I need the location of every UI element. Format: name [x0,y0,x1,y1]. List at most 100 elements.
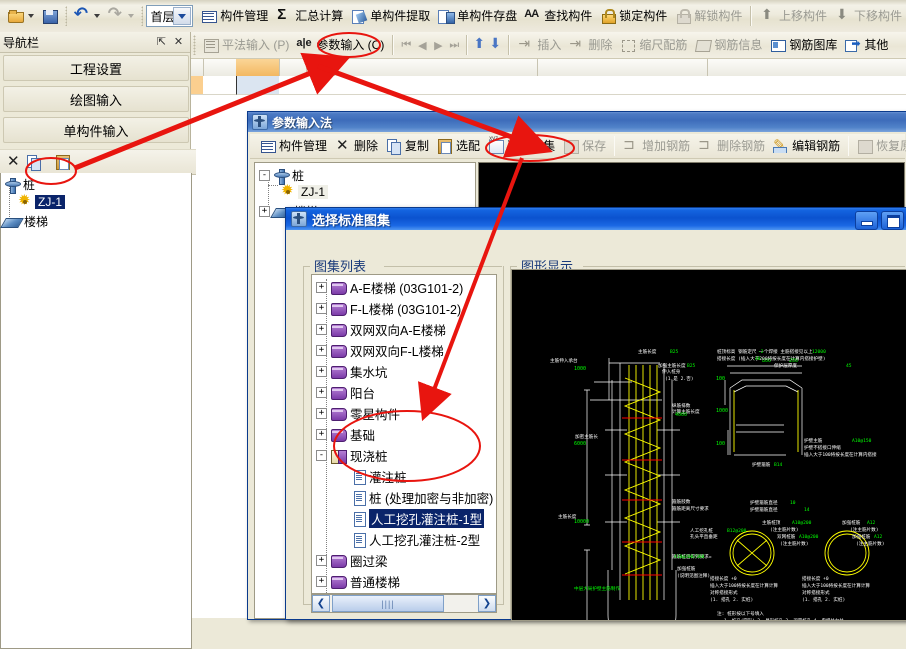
atlas-tree-item[interactable]: 人工挖孔灌注桩-2型 [312,529,480,550]
param-button-select-atlas[interactable]: 选择图集 [484,134,559,158]
scroll-right-icon[interactable]: ❯ [478,595,496,612]
maximize-icon[interactable] [881,211,904,230]
grid-cell[interactable] [279,76,307,95]
tree-expander-icon[interactable]: + [316,555,327,566]
nav-last-button[interactable]: ⏭ [446,37,462,53]
tree-expander-icon[interactable]: + [316,324,327,335]
svg-text:伸入桩身: 伸入桩身 [662,368,681,375]
row-move-up-button[interactable] [472,35,488,53]
toolbar-button-rebar-library[interactable]: 钢筋图库 [766,33,841,57]
atlas-tree-item[interactable]: 灌注桩 [312,466,407,487]
param-tree-item-zj1[interactable]: ZJ-1 [281,181,328,199]
grid-cell[interactable] [537,76,708,95]
toolbar-separator [140,6,143,26]
param-button-component-manage[interactable]: 构件管理 [256,134,331,158]
param-button-edit-rebar[interactable]: 编辑钢筋 [769,134,844,158]
atlas-tree-item[interactable]: + 基础 [312,424,375,445]
nav-item-project-settings[interactable]: 工程设置 [3,55,189,81]
toolbar-button-param-input[interactable]: 参数输入 (C) [293,33,388,57]
toolbar-button-other[interactable]: 其他 [841,33,892,57]
tree-expander-icon[interactable]: + [316,282,327,293]
svg-text:(1. 搭孔 2. 实桩): (1. 搭孔 2. 实桩) [802,596,845,603]
svg-text:14: 14 [804,507,810,513]
atlas-horizontal-scrollbar[interactable]: ❮ |||| ❯ [311,594,497,613]
grid-cell-selected[interactable] [236,76,281,95]
delete-x-icon [335,136,351,154]
atlas-tree-item[interactable]: + 双网双向A-E楼梯 [312,319,446,340]
nav-prev-button[interactable]: ◀ [414,37,430,53]
tree-expander-icon[interactable]: + [316,366,327,377]
atlas-tree-item[interactable]: + 集水坑 [312,361,388,382]
grid-cell[interactable] [334,76,538,95]
tree-expander-icon[interactable]: + [316,387,327,398]
atlas-tree-item[interactable]: 人工挖孔灌注桩-1型 [312,508,485,529]
paste-icon[interactable] [55,154,71,170]
tree-expander-icon[interactable]: - [259,170,270,181]
param-button-delete[interactable]: 删除 [331,134,382,158]
grid-cell[interactable] [203,76,237,95]
tree-expander-icon[interactable]: + [316,576,327,587]
toolbar-button-lock[interactable]: 锁定构件 [596,4,671,28]
svg-text:护壁箍筋直径: 护壁箍筋直径 [750,499,778,506]
grid-icon [201,8,218,24]
tree-expander-icon[interactable]: + [316,408,327,419]
row-move-down-button[interactable] [488,35,504,53]
param-dialog-titlebar[interactable]: 参数输入法 [248,112,906,132]
nav-item-single-component-input[interactable]: 单构件输入 [3,117,189,143]
book-icon [330,323,347,337]
tree-expander-icon[interactable]: + [316,303,327,314]
toolbar-button-extract[interactable]: 单构件提取 [347,4,434,28]
atlas-tree-item[interactable]: + F-L楼梯 (03G101-2) [312,298,461,319]
toolbar-button-find[interactable]: 查找构件 [521,4,596,28]
nav-item-draw-input[interactable]: 绘图输入 [3,86,189,112]
tree-expander-icon[interactable]: - [316,450,327,461]
toolbar-button-summary-calc[interactable]: 汇总计算 [272,4,347,28]
atlas-tree-item[interactable]: + 普通楼梯 [312,571,400,592]
open-button[interactable] [4,4,38,28]
atlas-dialog-titlebar[interactable]: 选择标准图集 [286,208,906,230]
chevron-down-icon[interactable] [27,14,34,18]
save-button[interactable] [38,4,62,28]
grid-cell[interactable] [707,76,906,95]
undo-button[interactable] [70,4,104,28]
atlas-tree-item[interactable]: + A-E楼梯 (03G101-2) [312,277,463,298]
chevron-down-icon[interactable] [93,14,100,18]
tree-item-stair[interactable]: 楼梯 [3,213,48,230]
delete-icon[interactable] [6,152,22,170]
scroll-thumb[interactable]: |||| [332,595,444,612]
svg-text:中层大局护壁主筋制作: 中层大局护壁主筋制作 [574,585,620,592]
param-button-match[interactable]: 选配 [433,134,484,158]
tree-expander-icon[interactable]: + [316,429,327,440]
minimize-icon[interactable] [855,211,878,230]
toolbar-button-label: 复制 [405,139,430,153]
atlas-tree-item[interactable]: + 圈过梁 [312,550,388,571]
toolbar-button-label: 选择图集 [507,139,556,153]
svg-text:1000: 1000 [716,408,728,414]
close-icon[interactable]: ✕ [172,35,185,48]
svg-text:B12@200: B12@200 [727,528,747,534]
nav-next-button[interactable]: ▶ [430,37,446,53]
svg-text:搭接长度 (插入大于200将按长度在计算内搭接护壁): 搭接长度 (插入大于200将按长度在计算内搭接护壁) [717,355,825,362]
tree-expander-icon[interactable]: + [259,206,270,217]
atlas-tree-item[interactable]: 桩 (处理加密与非加密) [312,487,493,508]
toolbar-button-store[interactable]: 单构件存盘 [434,4,521,28]
tree-expander-icon[interactable]: + [316,345,327,356]
atlas-tree-list[interactable]: + A-E楼梯 (03G101-2) + F-L楼梯 (03G101-2) + 双网双向A… [311,274,497,594]
scroll-left-icon[interactable]: ❮ [312,595,330,612]
grid-cell[interactable] [306,76,335,95]
atlas-tree-item[interactable]: - 现浇桩 [312,445,388,466]
chevron-down-icon[interactable] [173,7,192,25]
grid-col-selected[interactable] [236,58,280,76]
pin-icon[interactable]: ⇱ [155,35,168,48]
tree-item-zj1[interactable]: ZJ-1 [18,191,65,209]
atlas-tree-item[interactable]: + 阳台 [312,382,375,403]
floor-select[interactable]: 首层 [145,5,194,27]
toolbar-button-component-manage[interactable]: 构件管理 [197,4,272,28]
atlas-tree-item[interactable]: + 零星构件 [312,403,400,424]
nav-first-button[interactable]: ⏮ [398,37,414,53]
cad-preview[interactable]: 1000 100 100 1000 800 200 6000 10000 400… [511,269,906,621]
svg-text:(1. 搭孔 2. 实桩): (1. 搭孔 2. 实桩) [710,596,753,603]
copy-icon[interactable] [26,154,42,171]
param-button-copy[interactable]: 复制 [382,134,433,158]
atlas-tree-item[interactable]: + 双网双向F-L楼梯 [312,340,444,361]
